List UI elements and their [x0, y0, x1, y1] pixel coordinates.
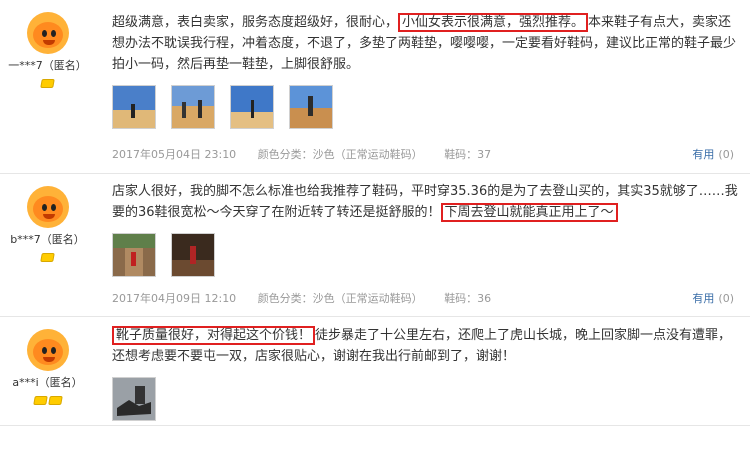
reviewer-name: b***7（匿名）	[10, 233, 85, 246]
review-text: 靴子质量很好，对得起这个价钱！ 徒步暴走了十公里左右，还爬上了虎山长城，晚上回家脚…	[112, 325, 742, 367]
review-date: 2017年04月09日 12:10	[112, 292, 237, 305]
avatar[interactable]	[26, 329, 69, 371]
color-variant: 颜色分类：沙色（正常运动鞋码）	[257, 292, 423, 305]
review-highlight: 小仙女表示很满意，强烈推荐。	[398, 13, 589, 32]
reviewer-info: 一***7（匿名）	[0, 0, 95, 92]
shoe-size: 鞋码：37	[444, 148, 492, 161]
reviewer-info: a***i（匿名）	[0, 317, 95, 409]
desert-photo[interactable]	[171, 85, 216, 129]
useful-button[interactable]: 有用 (0)	[692, 146, 734, 162]
avatar[interactable]	[26, 186, 69, 228]
boots-photo[interactable]	[112, 377, 156, 421]
credit-badge-icon	[40, 253, 55, 262]
useful-button[interactable]: 有用 (0)	[692, 290, 734, 306]
review-highlight: 下周去登山就能真正用上了～	[440, 203, 618, 222]
review-meta: 2017年05月04日 23:10 颜色分类：沙色（正常运动鞋码） 鞋码：37	[112, 146, 509, 162]
desert-photo[interactable]	[112, 85, 156, 129]
dirt-road-photo[interactable]	[112, 233, 156, 277]
avatar[interactable]	[26, 12, 69, 54]
review-text: 店家人很好，我的脚不怎么标准也给我推荐了鞋码，平时穿35.36的是为了去登山买的…	[112, 181, 742, 223]
credit-badge-icon	[47, 396, 63, 405]
reviewer-info: b***7（匿名）	[0, 174, 95, 266]
review-item: b***7（匿名） 店家人很好，我的脚不怎么标准也给我推荐了鞋码，平时穿35.3…	[0, 174, 750, 317]
review-highlight: 靴子质量很好，对得起这个价钱！	[112, 326, 316, 345]
reviewer-name: a***i（匿名）	[12, 376, 83, 389]
review-date: 2017年05月04日 23:10	[112, 148, 237, 161]
desert-photo[interactable]	[230, 85, 275, 129]
color-variant: 颜色分类：沙色（正常运动鞋码）	[257, 148, 423, 161]
review-text-part: 店家人很好，我的脚不怎么标准也给我推荐了鞋码，平时穿35.36的是为了去登山买的…	[112, 184, 738, 220]
useful-label: 有用	[692, 292, 715, 305]
review-text-part: 超级满意，表白卖家，服务态度超级好，很耐心，	[112, 15, 399, 30]
review-meta: 2017年04月09日 12:10 颜色分类：沙色（正常运动鞋码） 鞋码：36	[112, 290, 509, 306]
review-photos	[112, 85, 742, 129]
useful-count: (0)	[718, 292, 734, 305]
desert-photo[interactable]	[289, 85, 334, 129]
reviewer-name: 一***7（匿名）	[8, 59, 87, 72]
review-photos	[112, 233, 742, 277]
useful-label: 有用	[692, 148, 715, 161]
review-item: a***i（匿名） 靴子质量很好，对得起这个价钱！ 徒步暴走了十公里左右，还爬上了…	[0, 317, 750, 426]
useful-count: (0)	[718, 148, 734, 161]
review-item: 一***7（匿名） 超级满意，表白卖家，服务态度超级好，很耐心， 小仙女表示很满意…	[0, 0, 750, 174]
shoe-size: 鞋码：36	[444, 292, 492, 305]
review-photos	[112, 377, 742, 421]
night-photo[interactable]	[171, 233, 216, 277]
credit-badge-icon	[32, 396, 48, 405]
review-text: 超级满意，表白卖家，服务态度超级好，很耐心， 小仙女表示很满意，强烈推荐。 本来鞋子…	[112, 12, 742, 75]
credit-badge-icon	[40, 79, 55, 88]
